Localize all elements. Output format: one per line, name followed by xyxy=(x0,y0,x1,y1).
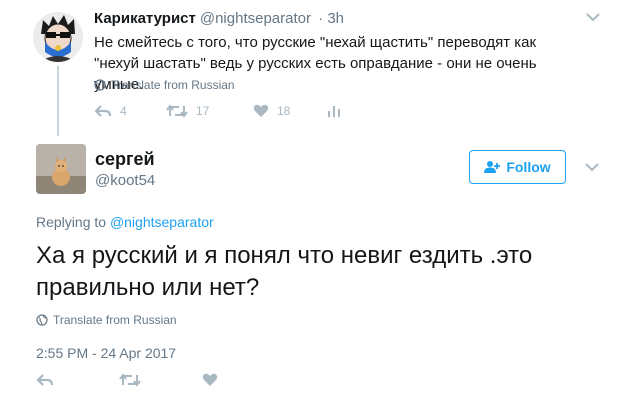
like-action[interactable]: 18 xyxy=(253,104,327,118)
retweet-action[interactable] xyxy=(119,373,202,387)
chevron-down-icon[interactable] xyxy=(582,160,602,174)
reply-timestamp[interactable]: 2:55 PM - 24 Apr 2017 xyxy=(36,345,176,361)
tweet-author-name[interactable]: Карикатурист xyxy=(94,10,196,27)
heart-icon xyxy=(202,373,218,386)
tweet-time[interactable]: · 3h xyxy=(318,10,344,27)
author-avatar[interactable] xyxy=(33,12,83,62)
reply-count: 4 xyxy=(120,104,127,118)
avatar-cat-image xyxy=(36,144,86,194)
heart-icon xyxy=(253,104,269,117)
tweet-author-line: Карикатурист @nightseparator · 3h xyxy=(94,10,344,27)
retweet-count: 17 xyxy=(196,104,210,118)
tweet-actions: 4 17 18 xyxy=(94,104,341,118)
globe-icon xyxy=(36,314,48,326)
translate-label[interactable]: Translate from Russian xyxy=(111,78,235,92)
reply-author-handle[interactable]: @koot54 xyxy=(95,172,155,189)
follow-label: Follow xyxy=(506,159,551,175)
like-action[interactable] xyxy=(202,373,218,387)
replying-to-prefix: Replying to xyxy=(36,214,107,230)
retweet-action[interactable]: 17 xyxy=(166,104,253,118)
retweet-icon xyxy=(119,373,141,387)
reply-icon xyxy=(94,105,112,117)
translate-link[interactable]: Translate from Russian xyxy=(94,78,235,92)
reply-author-avatar[interactable] xyxy=(36,144,86,194)
chevron-down-icon[interactable] xyxy=(583,10,603,24)
follow-button[interactable]: Follow xyxy=(469,150,566,184)
like-count: 18 xyxy=(277,104,291,118)
tweet-author-handle[interactable]: @nightseparator xyxy=(200,10,311,27)
reply-action[interactable] xyxy=(36,373,119,387)
globe-icon xyxy=(94,79,106,91)
thread-connector-line xyxy=(57,66,59,136)
analytics-icon xyxy=(328,106,340,117)
reply-actions xyxy=(36,373,218,387)
avatar-caricature-image xyxy=(33,12,83,62)
reply-text: Ха я русский и я понял что невиг ездить … xyxy=(36,242,533,301)
reply-action[interactable]: 4 xyxy=(94,104,166,118)
analytics-action[interactable] xyxy=(327,104,341,118)
reply-icon xyxy=(36,374,54,386)
add-user-icon xyxy=(484,161,501,173)
translate-link[interactable]: Translate from Russian xyxy=(36,313,177,327)
retweet-icon xyxy=(166,104,188,118)
replying-to-line: Replying to @nightseparator xyxy=(36,214,214,230)
reply-author-name[interactable]: сергей xyxy=(95,149,155,170)
translate-label[interactable]: Translate from Russian xyxy=(53,313,177,327)
replying-to-handle[interactable]: @nightseparator xyxy=(110,214,214,230)
